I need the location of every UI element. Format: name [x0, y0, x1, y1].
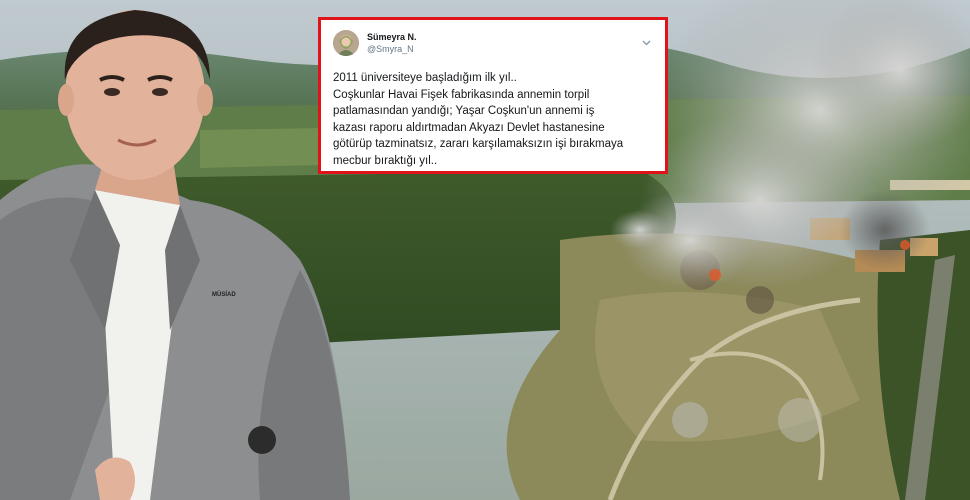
chevron-down-icon[interactable]	[639, 36, 653, 50]
tweet-line: mecbur bıraktığı yıl..	[333, 154, 438, 167]
lapel-pin-logo: MÜSİAD	[212, 292, 236, 298]
tweet-body: 2011 üniversiteye başladığım ilk yıl.. C…	[333, 70, 653, 169]
tweet-author: Sümeyra N. @Smyra_N	[367, 31, 417, 55]
tweet-line: Coşkunlar Havai Fişek fabrikasında annem…	[333, 88, 590, 101]
tweet-line: 2011 üniversiteye başladığım ilk yıl..	[333, 72, 517, 84]
news-image: MÜSİAD Sümeyra N. @Smyra_N 2011 üniversi…	[0, 0, 970, 500]
tweet-header: Sümeyra N. @Smyra_N	[333, 28, 653, 58]
person-portrait: MÜSİAD	[0, 0, 360, 500]
tweet-line: patlamasından yandığı; Yaşar Coşkun'un a…	[333, 105, 595, 117]
tweet-card: Sümeyra N. @Smyra_N 2011 üniversiteye ba…	[318, 17, 668, 174]
tweet-line: kazası raporu aldırtmadan Akyazı Devlet …	[333, 121, 605, 134]
author-handle[interactable]: @Smyra_N	[367, 43, 417, 55]
avatar[interactable]	[333, 30, 359, 56]
author-display-name[interactable]: Sümeyra N.	[367, 31, 417, 43]
tweet-line: götürüp tazminatsız, zararı karşılamaksı…	[333, 138, 624, 150]
